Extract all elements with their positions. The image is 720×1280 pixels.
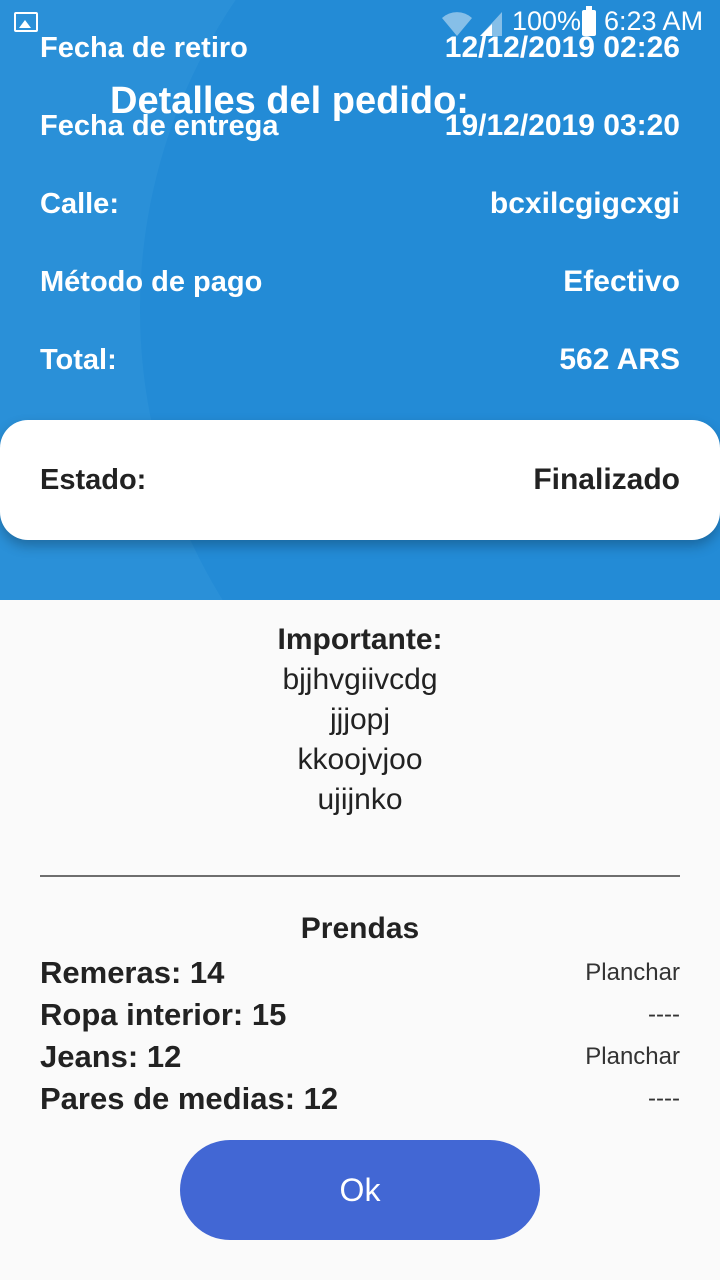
battery-percentage: 100% (512, 6, 582, 36)
detail-row-total: Total: 562 ARS (40, 340, 680, 380)
important-line: bjjhvgiivcdg (282, 663, 438, 696)
garment-row: Ropa interior: 15 ---- (40, 994, 680, 1036)
status-row: Estado: Finalizado (40, 460, 680, 500)
detail-row-payment-method: Método de pago Efectivo (40, 262, 680, 302)
battery-icon (582, 6, 596, 36)
garment-row: Jeans: 12 Planchar (40, 1036, 680, 1078)
garment-service: ---- (648, 1001, 680, 1028)
detail-value: Efectivo (563, 265, 680, 298)
status-label: Estado: (40, 463, 147, 496)
detail-row-street: Calle: bcxilcgigcxgi (40, 184, 680, 224)
garments-heading: Prendas (300, 912, 420, 945)
garment-name: Remeras: 14 (40, 955, 225, 990)
important-section: Importante: bjjhvgiivcdg jjjopj kkoojvjo… (0, 620, 720, 820)
important-line: kkoojvjoo (297, 743, 423, 776)
garment-name: Ropa interior: 15 (40, 997, 287, 1032)
important-heading: Importante: (277, 623, 443, 656)
wifi-icon (442, 12, 472, 36)
garment-service: Planchar (585, 959, 680, 986)
image-notification-icon (14, 12, 38, 32)
ok-button[interactable]: Ok (180, 1140, 540, 1240)
detail-value: bcxilcgigcxgi (489, 187, 680, 220)
garment-service: ---- (648, 1085, 680, 1112)
important-line: ujijnko (317, 783, 403, 816)
garment-name: Jeans: 12 (40, 1039, 182, 1074)
detail-label: Total: (40, 343, 117, 376)
detail-value: 19/12/2019 03:20 (444, 109, 680, 142)
detail-value: 562 ARS (559, 343, 680, 376)
status-value: Finalizado (533, 463, 680, 496)
garment-row: Pares de medias: 12 ---- (40, 1078, 680, 1120)
detail-label: Método de pago (40, 265, 263, 298)
status-time: 6:23 AM (604, 6, 704, 36)
garment-name: Pares de medias: 12 (40, 1081, 339, 1116)
status-card: Estado: Finalizado (0, 420, 720, 540)
garment-row: Remeras: 14 Planchar (40, 952, 680, 994)
important-line: jjjopj (329, 703, 391, 736)
detail-label: Calle: (40, 187, 119, 220)
garment-service: Planchar (585, 1043, 680, 1070)
divider (40, 875, 680, 877)
signal-icon (480, 12, 502, 36)
page-title: Detalles del pedido: (110, 80, 469, 122)
status-bar: 100% 6:23 AM (0, 0, 720, 48)
